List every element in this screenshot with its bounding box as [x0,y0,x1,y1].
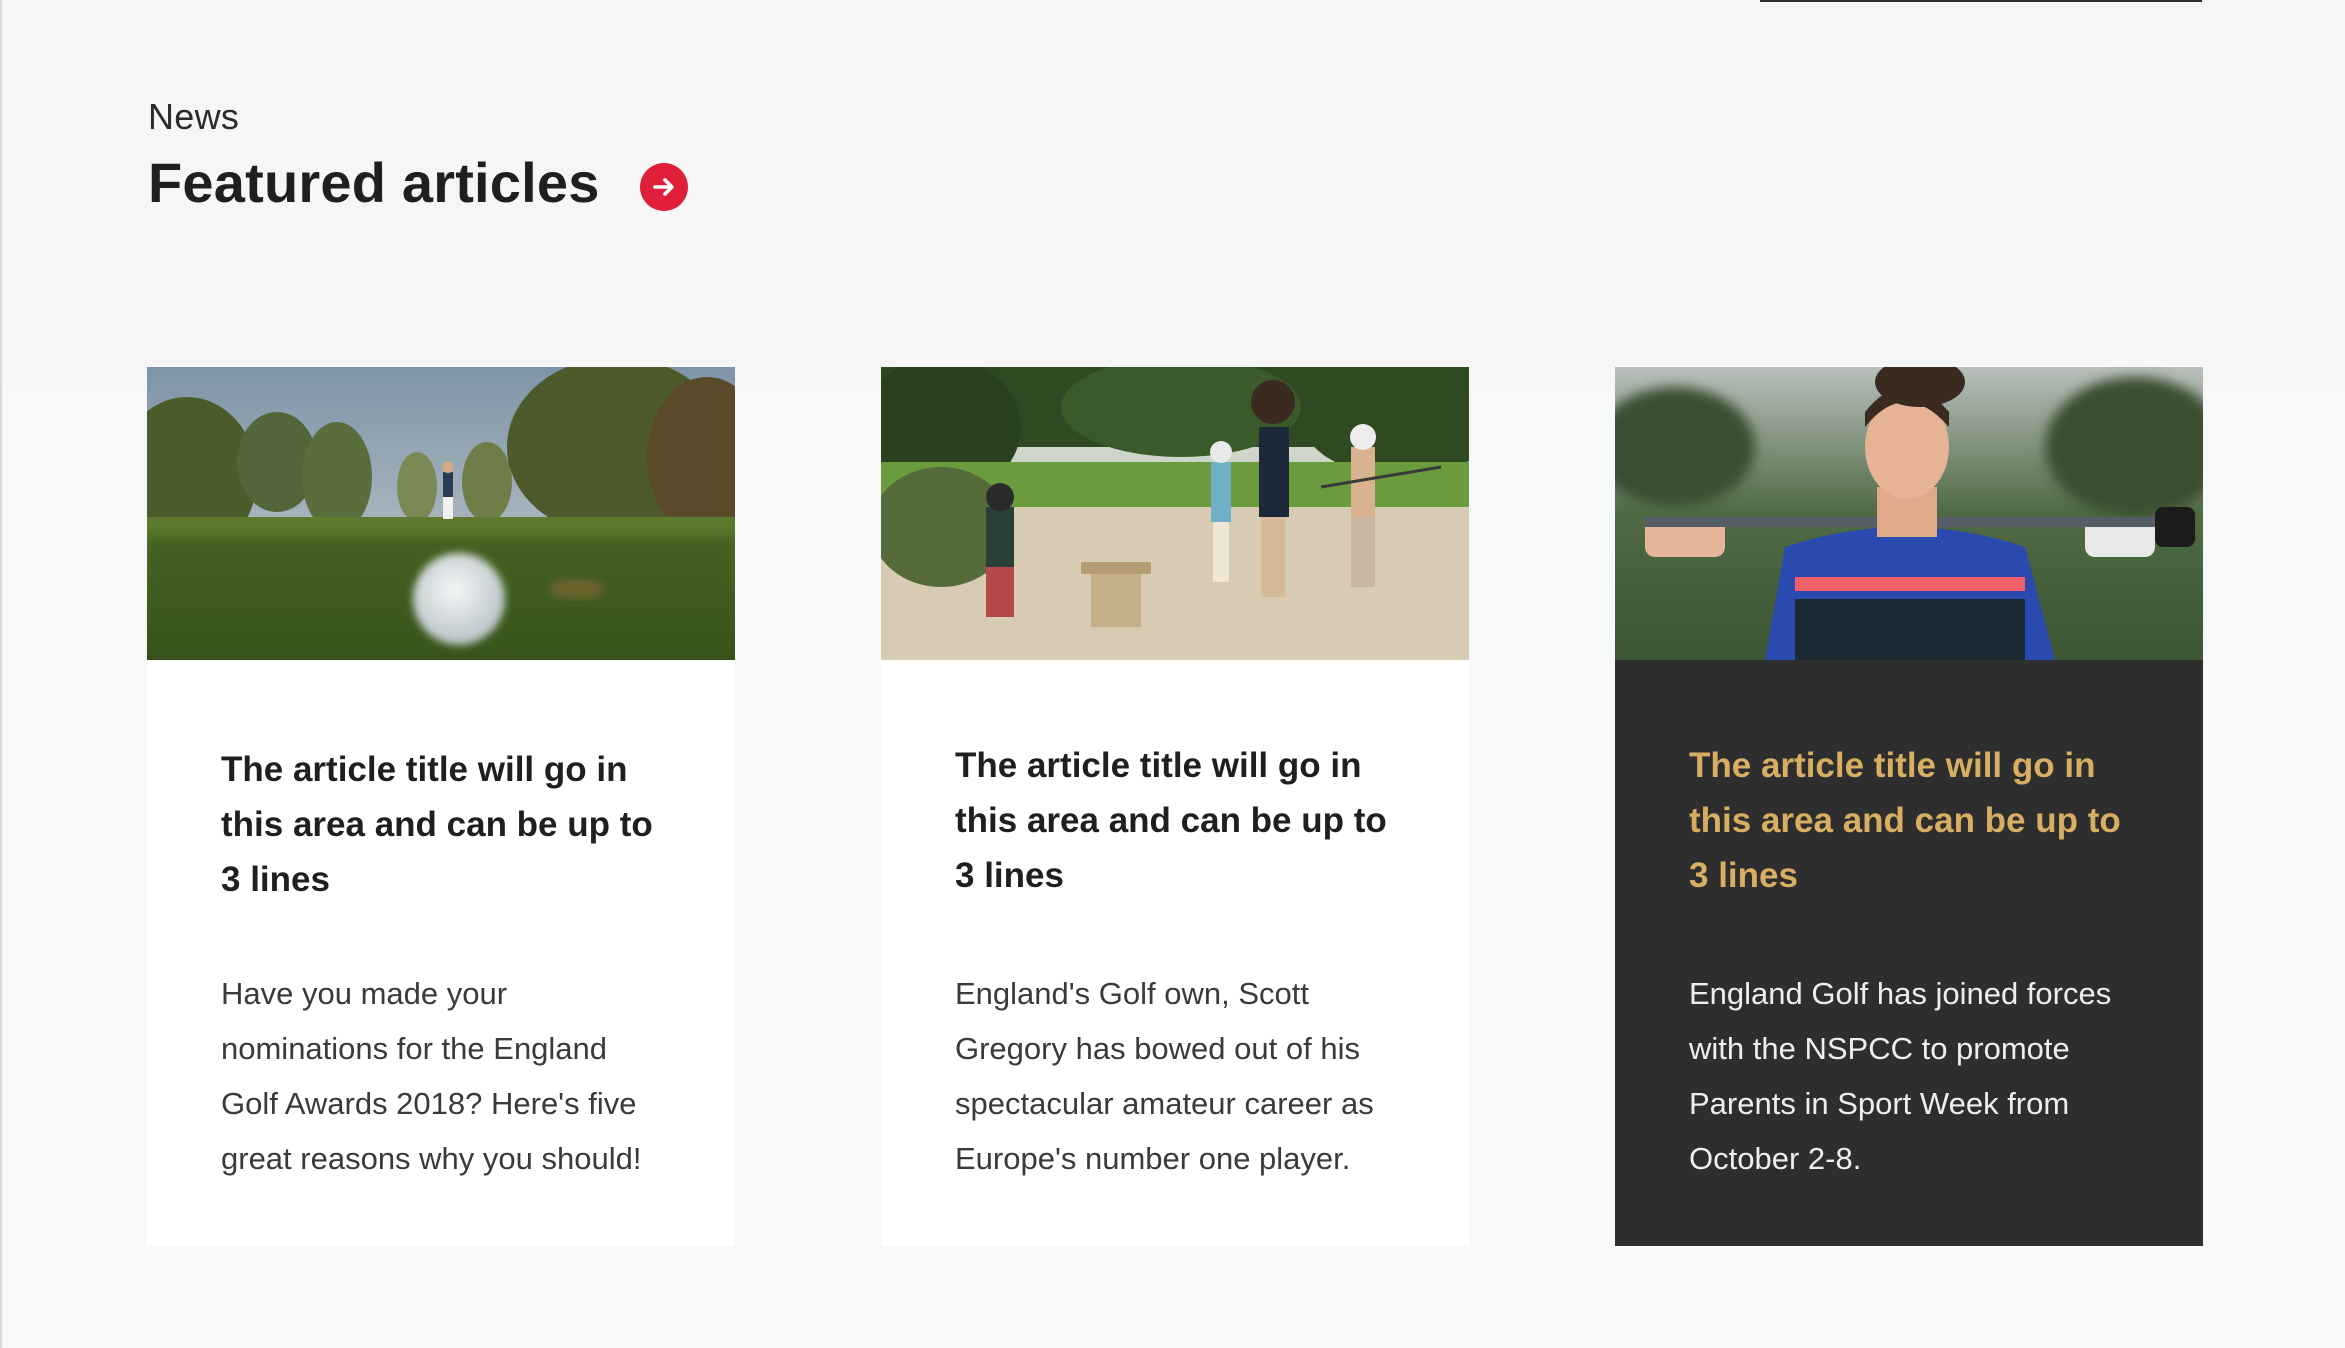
article-title[interactable]: The article title will go in this area a… [221,742,661,907]
article-image[interactable] [147,367,735,660]
children-in-bunker-icon [881,367,1469,660]
view-all-articles-button[interactable] [639,162,688,211]
golf-ball-in-foreground-icon [147,367,735,660]
article-title[interactable]: The article title will go in this area a… [955,738,1395,903]
page-edge-divider [0,0,2,1348]
top-rule-divider [1760,0,2202,2]
article-image[interactable] [881,367,1469,660]
section-eyebrow: News [148,96,240,137]
article-card[interactable]: The article title will go in this area a… [881,367,1469,1246]
article-excerpt: Have you made your nominations for the E… [221,976,642,1176]
article-image[interactable] [1615,367,2203,660]
section-heading-row: Featured articles [148,150,688,215]
section-title: Featured articles [148,151,600,214]
article-title[interactable]: The article title will go in this area a… [1689,738,2129,903]
article-excerpt: England's Golf own, Scott Gregory has bo… [955,976,1374,1176]
arrow-right-circle-icon [652,177,674,196]
golfer-portrait-icon [1615,367,2203,660]
article-card[interactable]: The article title will go in this area a… [147,367,735,1246]
article-excerpt: England Golf has joined forces with the … [1689,976,2112,1176]
article-card-featured[interactable]: The article title will go in this area a… [1615,367,2203,1246]
